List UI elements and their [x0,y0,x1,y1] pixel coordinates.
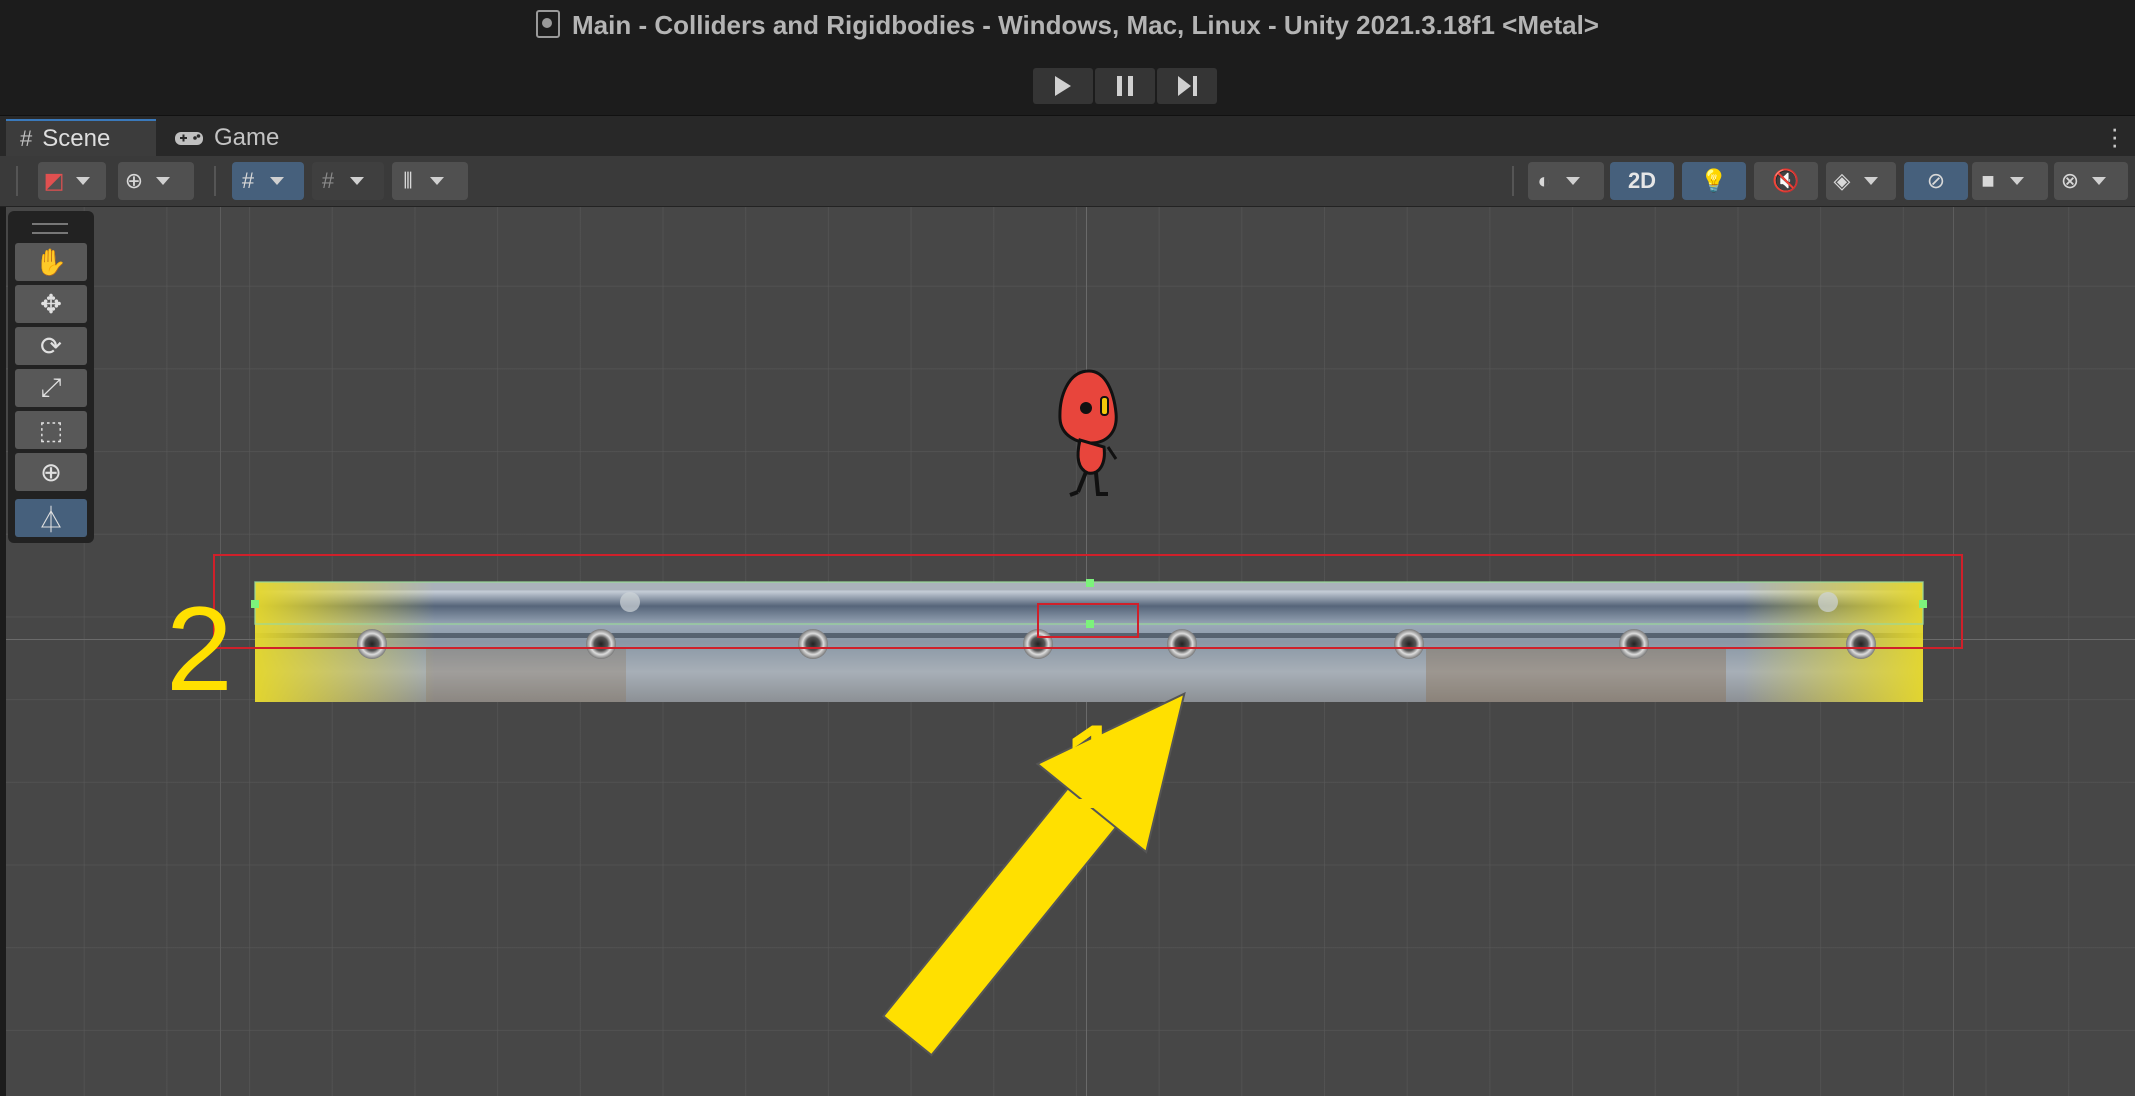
grid-snap-icon: # [241,168,255,193]
play-button[interactable] [1033,68,1093,104]
edit-collider-icon: ⏃ [37,504,64,535]
move-icon: ✥ [40,288,62,319]
editor-tab-bar: # Scene Game · · · [0,115,2135,157]
ruler-icon: ⦀ [403,168,413,193]
title-bar: Main - Colliders and Rigidbodies - Windo… [0,0,2135,115]
transform-tool-button[interactable]: ⊕ [15,453,87,491]
toolbar-grip [16,166,18,196]
chevron-down-icon [1560,162,1586,200]
palette-grip[interactable] [32,223,68,234]
annotation-label-1: 1 [1061,700,1128,834]
step-button[interactable] [1157,68,1217,104]
window-title: Main - Colliders and Rigidbodies - Windo… [0,10,2135,41]
tab-scene-label: Scene [42,124,111,152]
eye-slash-icon: ⊘ [1926,168,1946,193]
transform-icon: ⊕ [40,456,62,487]
grid-icon: # [20,125,33,151]
effects-dropdown[interactable]: ◈ [1826,162,1896,200]
toggle-2d-button[interactable]: 2D [1610,162,1674,200]
hand-tool-button[interactable]: ✋ [15,243,87,281]
shading-mode-dropdown[interactable]: ◐ [1528,162,1604,200]
hand-icon: ✋ [34,246,68,277]
draw-mode-icon: ◩ [43,168,65,193]
layers-icon: ◈ [1833,168,1851,193]
scene-camera-dropdown[interactable]: ■ [1972,162,2048,200]
rect-transform-icon: ⬚ [38,414,64,445]
chevron-down-icon [1858,162,1884,200]
scale-icon: ⤢ [40,372,62,402]
audio-mute-icon: 🔇 [1772,168,1800,193]
pause-button[interactable] [1095,68,1155,104]
chevron-down-icon [344,162,370,200]
edit-collider-tool-button[interactable]: ⏃ [15,499,87,537]
chevron-down-icon [424,162,450,200]
chevron-down-icon [150,162,176,200]
play-icon [1055,76,1071,96]
shading-sphere-icon: ◐ [1537,168,1551,193]
play-controls [1033,68,1217,104]
globe-icon: ⊕ [124,168,144,193]
light-bulb-icon: 💡 [1700,168,1728,193]
gizmos-dropdown[interactable]: ⊗ [2054,162,2128,200]
step-icon [1177,76,1197,96]
rotate-icon: ⟳ [40,330,62,361]
character-sprite[interactable] [1058,369,1118,497]
toggle-2d-label: 2D [1627,168,1657,193]
scale-tool-button[interactable]: ⤢ [15,369,87,407]
metal-platform-sprite[interactable] [255,582,1923,702]
move-tool-button[interactable]: ✥ [15,285,87,323]
toolbar-grip-right [1512,166,1514,196]
gizmos-icon: ⊗ [2060,168,2080,193]
scene-content [213,369,1963,1057]
scene-toolbar: ◩ ⊕ # # ⦀ ◐ 2D 💡 🔇 ◈ ⊘ ■ ⊗ [0,156,2135,207]
camera-icon: ■ [1981,168,1995,193]
scene-visibility-toggle[interactable]: ⊘ [1904,162,1968,200]
rect-tool-button[interactable]: ⬚ [15,411,87,449]
unity-scene-icon [536,10,561,38]
window-title-text: Main - Colliders and Rigidbodies - Windo… [572,10,1599,40]
snap-icon: # [321,168,335,193]
chevron-down-icon [264,162,290,200]
toolbar-separator [214,166,216,196]
gamepad-icon [175,131,203,145]
more-options-icon[interactable]: · · · [2110,115,2119,157]
draw-mode-dropdown[interactable]: ◩ [38,162,106,200]
pause-icon [1117,76,1133,96]
chevron-down-icon [70,162,96,200]
tab-scene[interactable]: # Scene [6,119,156,156]
tool-palette: ✋ ✥ ⟳ ⤢ ⬚ ⊕ ⏃ [8,211,94,543]
scene-viewport[interactable]: 1 2 [6,207,2135,1096]
chevron-down-icon [2086,162,2112,200]
annotation-label-2: 2 [166,582,233,716]
rotate-tool-button[interactable]: ⟳ [15,327,87,365]
tab-game[interactable]: Game [170,119,324,156]
tab-game-label: Game [214,123,280,151]
grid-visibility-dropdown[interactable]: # [232,162,304,200]
global-local-dropdown[interactable]: ⊕ [118,162,194,200]
snap-increment-dropdown[interactable]: # [312,162,384,200]
increment-snap-dropdown[interactable]: ⦀ [392,162,468,200]
annotation-arrow [881,691,1186,1057]
chevron-down-icon [2004,162,2030,200]
lighting-toggle[interactable]: 💡 [1682,162,1746,200]
audio-toggle[interactable]: 🔇 [1754,162,1818,200]
